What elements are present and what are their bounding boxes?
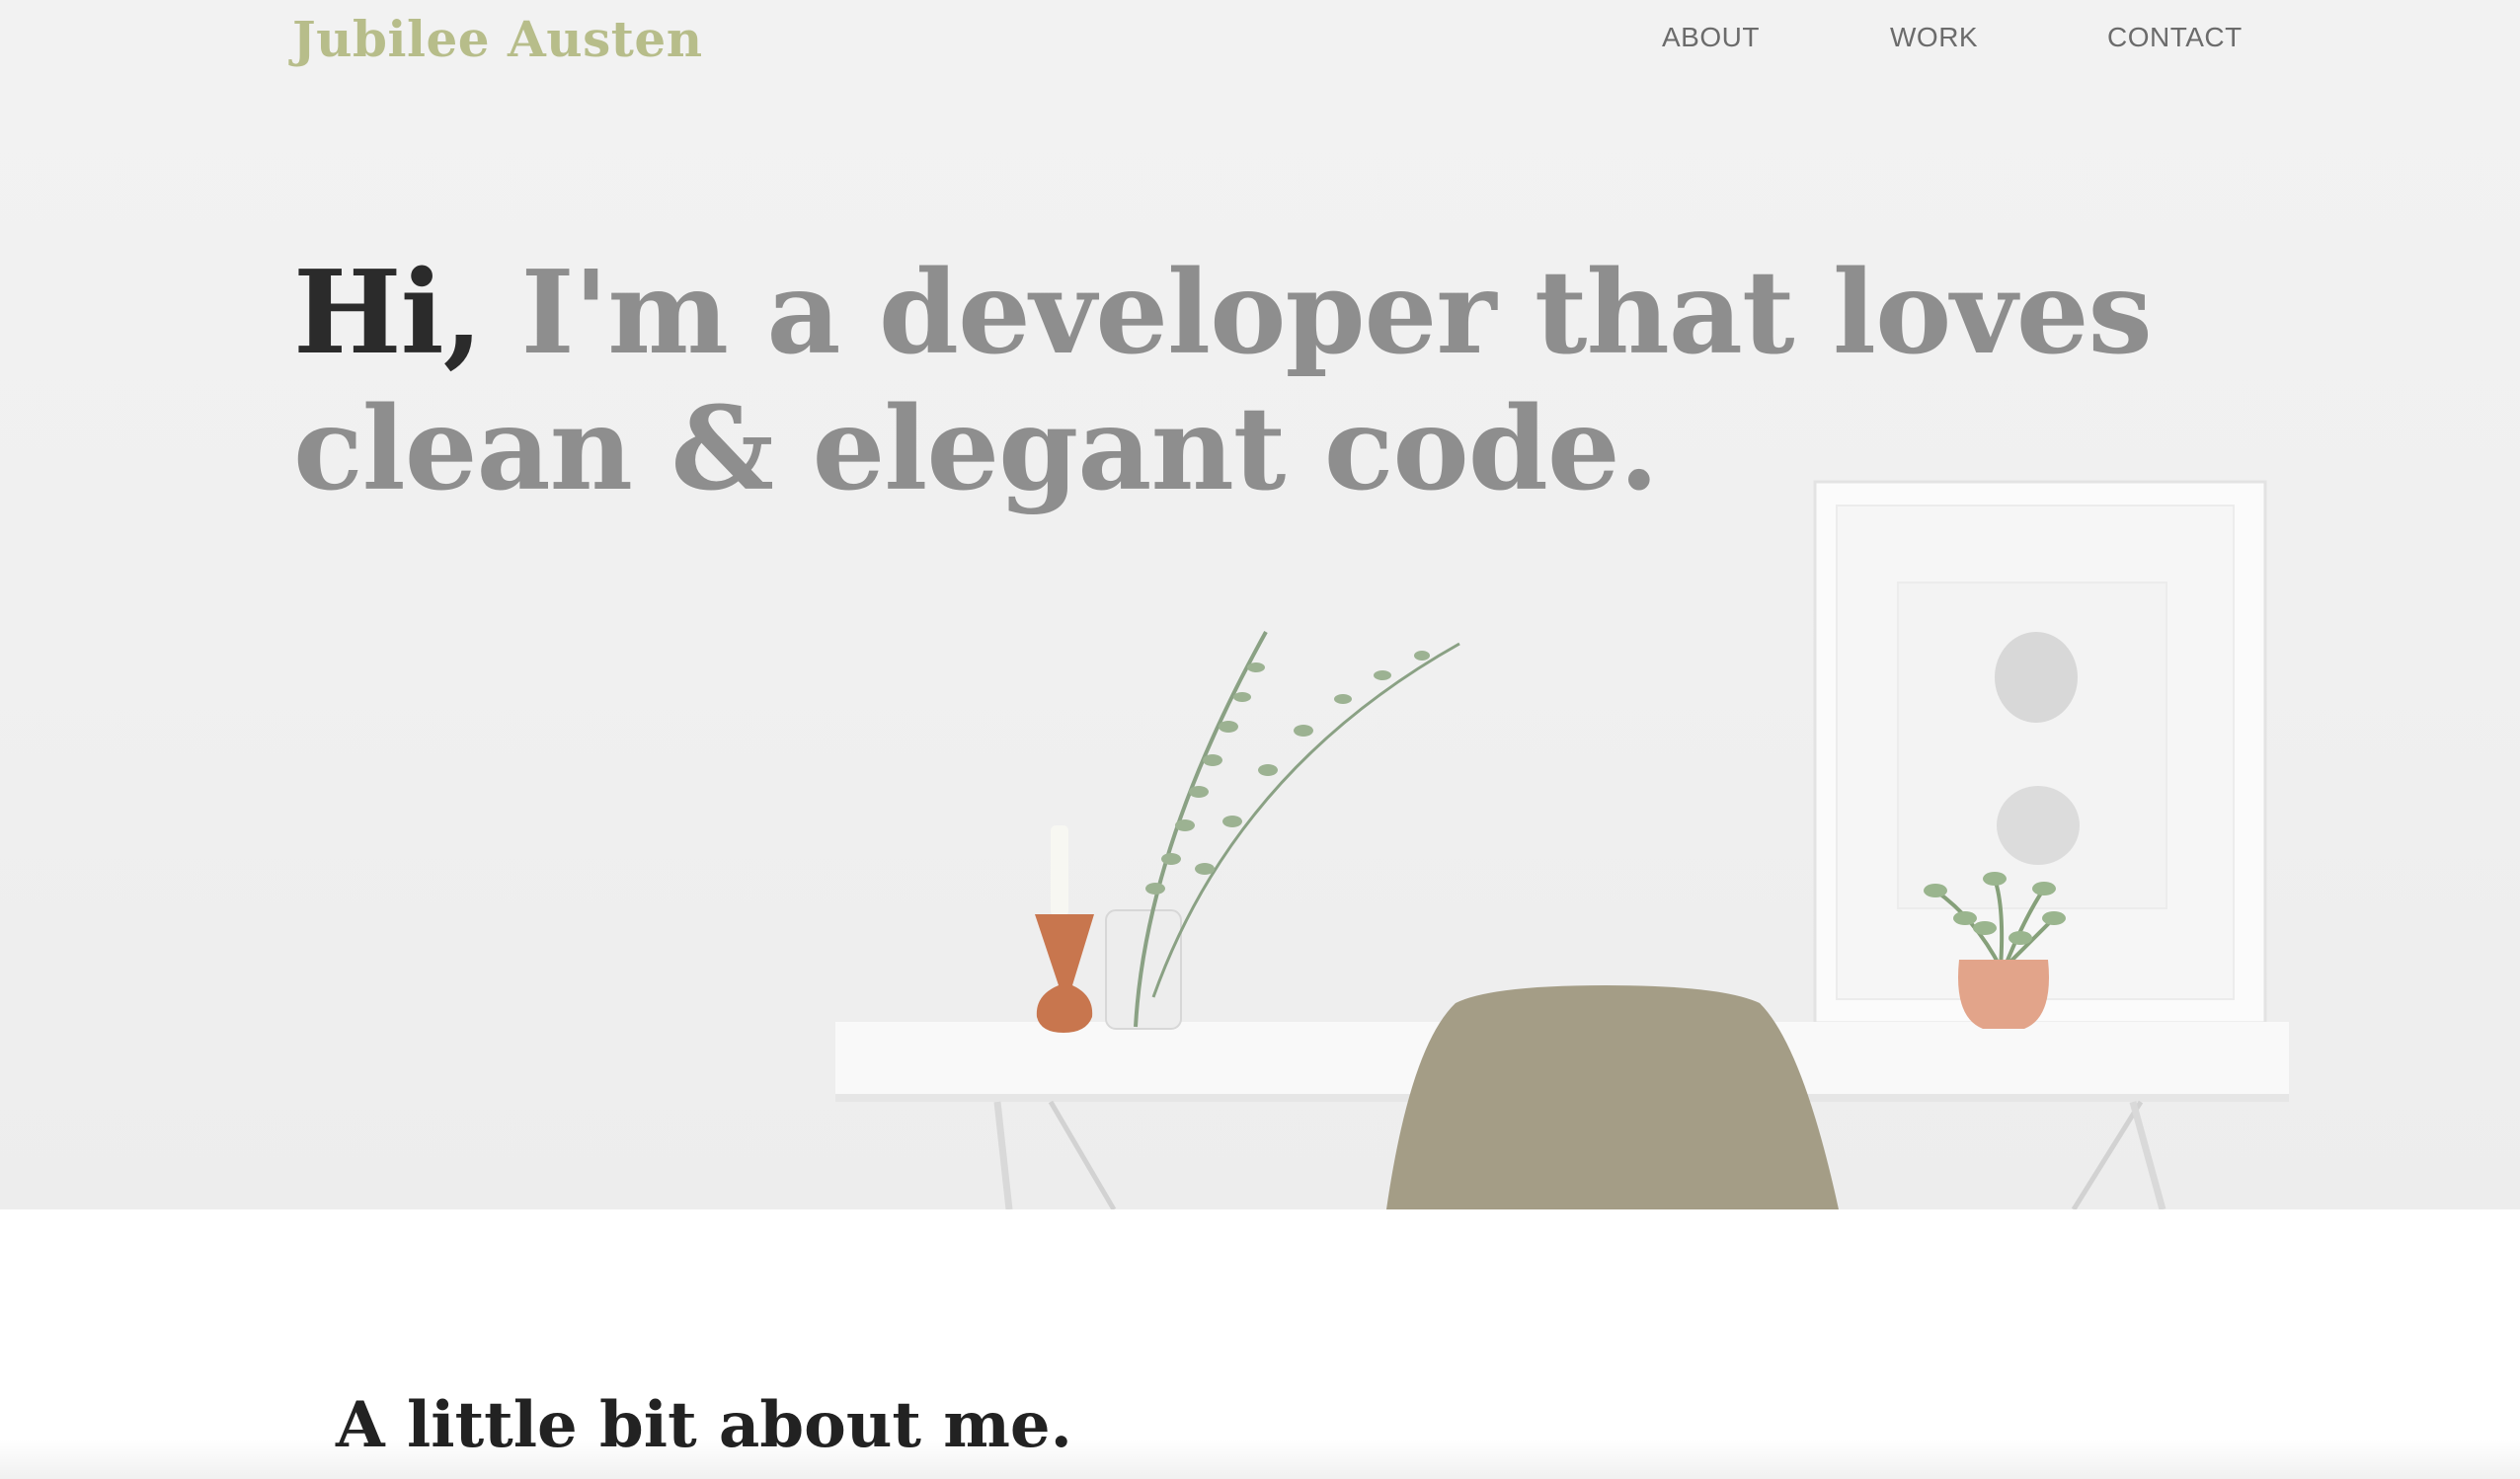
chair (1386, 985, 1839, 1209)
hero-background-image (835, 480, 2289, 1209)
headline-greeting: Hi, (293, 246, 483, 380)
hero-headline: Hi, I'm a developer that loves clean & e… (293, 245, 2268, 517)
picture-frame (1813, 480, 2267, 1025)
headline-line-1: Hi, I'm a developer that loves (293, 245, 2268, 381)
bottom-shade (0, 1440, 2520, 1479)
nav-contact[interactable]: CONTACT (2107, 22, 2243, 53)
hero-section: Jubilee Austen ABOUT WORK CONTACT Hi, I'… (0, 0, 2520, 1209)
nav-work[interactable]: WORK (1890, 22, 1978, 53)
vase-with-branch (1105, 631, 1460, 1030)
headline-line-2: clean & elegant code. (293, 382, 1659, 516)
nav-about[interactable]: ABOUT (1662, 22, 1760, 53)
main-nav: ABOUT WORK CONTACT (0, 22, 2520, 61)
candle-holder (1035, 825, 1094, 1033)
headline-text-1: I'm a developer that loves (482, 246, 2152, 380)
